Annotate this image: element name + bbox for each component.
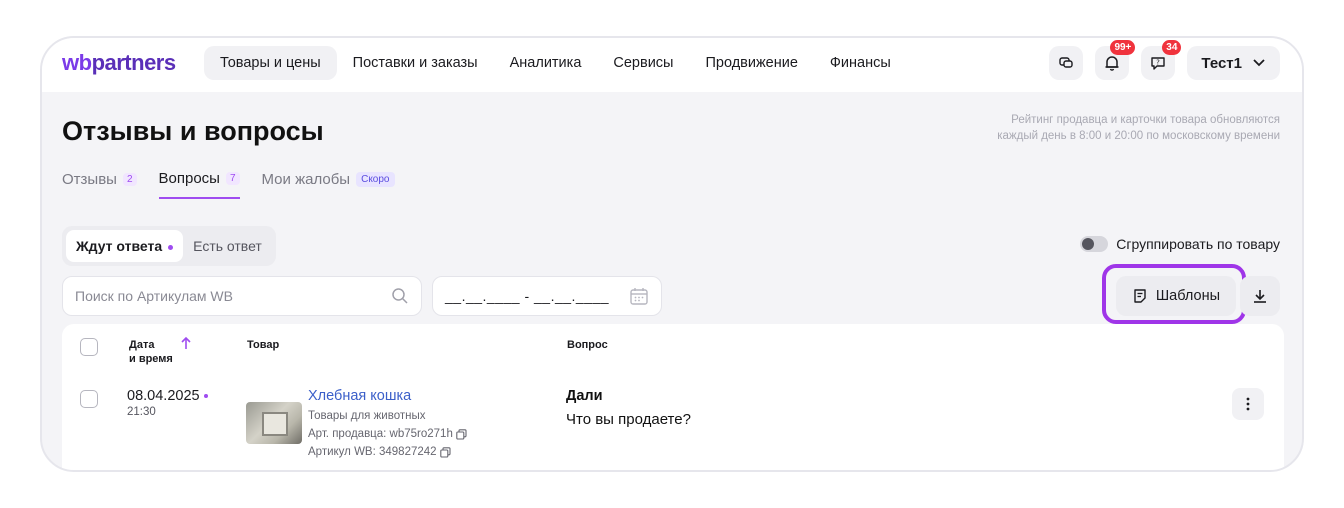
- notifications-badge: 99+: [1110, 40, 1136, 55]
- wb-article: Артикул WB: 349827242: [308, 446, 451, 458]
- user-name: Тест1: [1201, 54, 1242, 72]
- row-time: 21:30: [127, 406, 156, 418]
- nav-products-prices[interactable]: Товары и цены: [204, 46, 337, 80]
- calendar-icon[interactable]: [629, 286, 649, 306]
- tab-count-badge: 2: [122, 173, 137, 186]
- user-menu-button[interactable]: Тест1: [1187, 46, 1280, 80]
- support-button[interactable]: ? 34: [1141, 40, 1182, 80]
- product-thumbnail[interactable]: [246, 402, 302, 444]
- select-all-checkbox[interactable]: [80, 338, 98, 356]
- search-icon[interactable]: [391, 287, 409, 305]
- question-author: Дали: [566, 388, 603, 404]
- template-document-icon: [1134, 289, 1146, 303]
- nav-supplies-orders[interactable]: Поставки и заказы: [337, 46, 494, 80]
- feedback-tabs: Отзывы 2 Вопросы 7 Мои жалобы Скоро: [62, 170, 395, 199]
- app-window: wbpartners Товары и цены Поставки и зака…: [40, 36, 1304, 472]
- nav-analytics[interactable]: Аналитика: [494, 46, 598, 80]
- chat-icon: [1059, 57, 1074, 68]
- search-box: [62, 276, 422, 316]
- column-header-product: Товар: [247, 339, 280, 351]
- new-question-dot: [203, 394, 208, 399]
- group-by-product-toggle[interactable]: [1080, 236, 1109, 252]
- product-category: Товары для животных: [308, 410, 426, 422]
- nav-services[interactable]: Сервисы: [597, 46, 689, 80]
- download-button[interactable]: [1240, 276, 1280, 316]
- svg-text:?: ?: [1157, 59, 1161, 67]
- group-by-product-label: Сгруппировать по товару: [1116, 236, 1280, 252]
- nav-finance[interactable]: Финансы: [814, 46, 907, 80]
- row-date: 08.04.2025: [127, 388, 208, 404]
- tab-count-badge: 7: [225, 172, 240, 185]
- notifications-button[interactable]: 99+: [1095, 40, 1136, 80]
- tab-my-complaints[interactable]: Мои жалобы Скоро: [262, 170, 395, 199]
- rating-update-note: Рейтинг продавца и карточки товара обнов…: [997, 114, 1280, 142]
- support-badge: 34: [1162, 40, 1182, 55]
- tab-questions[interactable]: Вопросы 7: [158, 170, 240, 199]
- download-icon: [1254, 290, 1266, 303]
- tab-reviews[interactable]: Отзывы 2: [62, 170, 137, 199]
- row-checkbox[interactable]: [80, 390, 98, 408]
- top-navigation-bar: wbpartners Товары и цены Поставки и зака…: [42, 38, 1302, 92]
- sort-ascending-icon[interactable]: [180, 336, 192, 350]
- header-actions: 99+ ? 34 Тест1: [1049, 40, 1280, 80]
- copy-icon[interactable]: [439, 446, 451, 458]
- chat-button[interactable]: [1049, 46, 1084, 80]
- search-input[interactable]: [75, 288, 391, 304]
- seller-article: Арт. продавца: wb75ro271h: [308, 428, 467, 440]
- wbpartners-logo[interactable]: wbpartners: [62, 50, 176, 76]
- product-name-link[interactable]: Хлебная кошка: [308, 388, 411, 404]
- column-header-date[interactable]: Дата и время: [129, 338, 173, 366]
- date-range-value: __.__.____ - __.__.____: [445, 288, 610, 304]
- nav-promotion[interactable]: Продвижение: [689, 46, 813, 80]
- page-title: Отзывы и вопросы: [62, 116, 324, 146]
- column-header-question: Вопрос: [567, 339, 608, 351]
- more-vertical-icon: [1246, 397, 1250, 411]
- support-chat-icon: ?: [1151, 57, 1166, 70]
- question-text: Что вы продаете?: [566, 411, 691, 428]
- answer-status-switch: Ждут ответа Есть ответ: [62, 226, 276, 266]
- segment-waiting-answer[interactable]: Ждут ответа: [66, 230, 184, 262]
- group-by-product: Сгруппировать по товару: [1080, 236, 1280, 252]
- chevron-down-icon: [1253, 59, 1265, 67]
- segment-answered[interactable]: Есть ответ: [183, 230, 272, 262]
- templates-label: Шаблоны: [1155, 288, 1220, 304]
- questions-table: Дата и время Товар Вопрос 08.04.2025 21:…: [62, 324, 1284, 470]
- copy-icon[interactable]: [456, 428, 467, 440]
- row-more-button[interactable]: [1232, 388, 1264, 420]
- main-nav: Товары и цены Поставки и заказы Аналитик…: [204, 46, 907, 80]
- date-range-field[interactable]: __.__.____ - __.__.____: [432, 276, 662, 316]
- unread-dot: [168, 244, 174, 250]
- soon-badge: Скоро: [356, 172, 395, 187]
- templates-button[interactable]: Шаблоны: [1115, 276, 1236, 316]
- bell-icon: [1105, 56, 1119, 71]
